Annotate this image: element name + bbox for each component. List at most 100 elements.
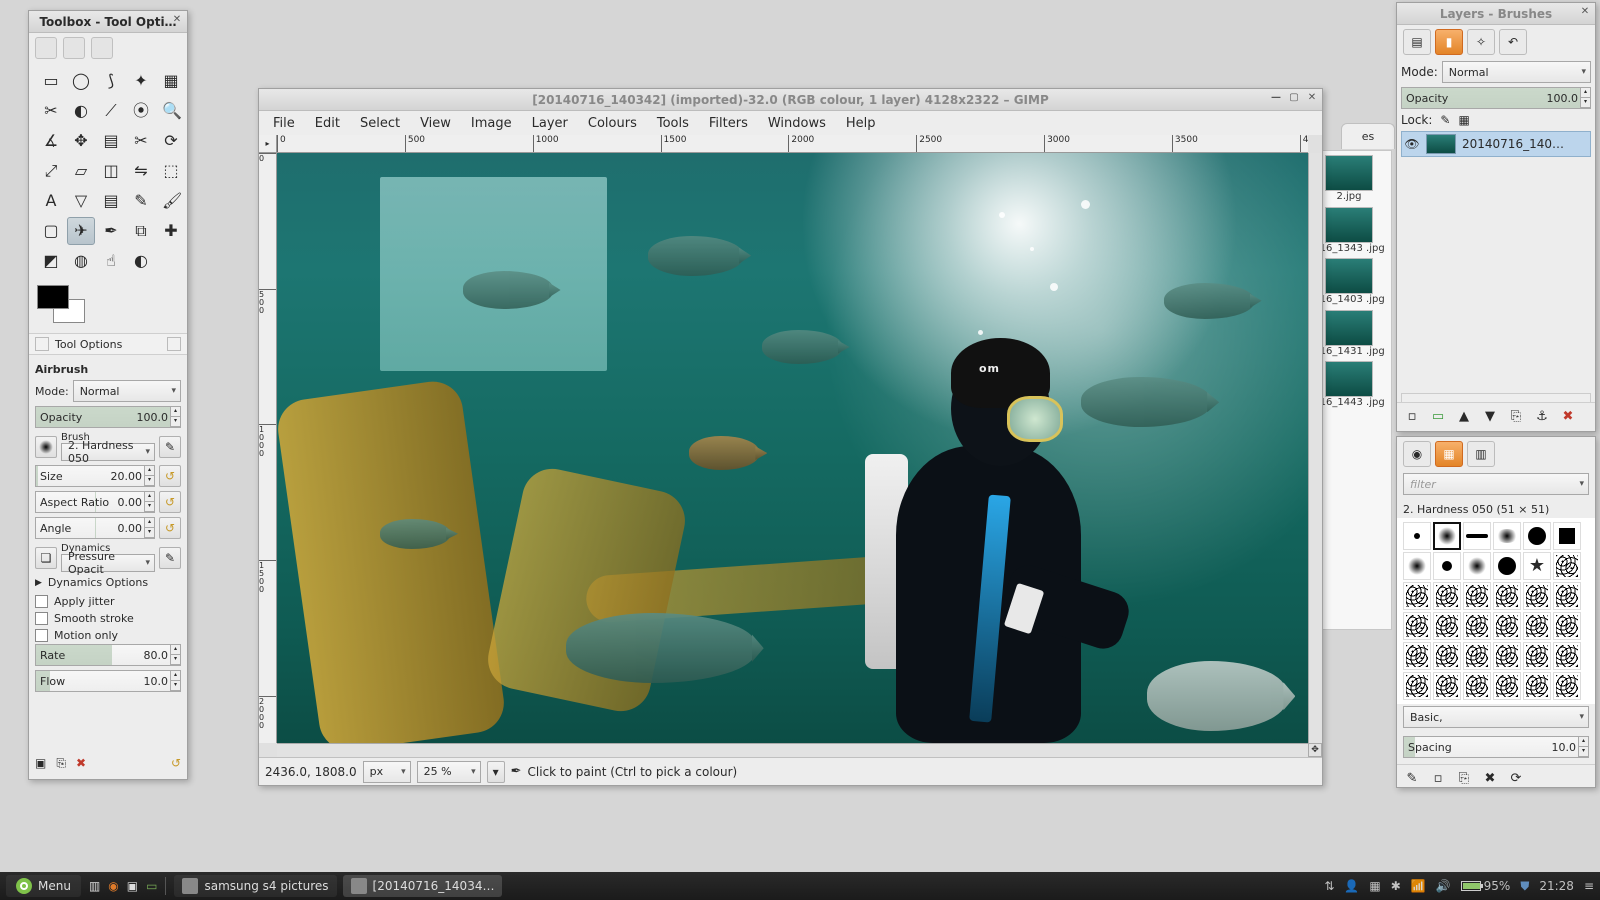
brush-item[interactable] [1493, 642, 1521, 670]
tool-rotate[interactable]: ⟳ [157, 127, 185, 155]
expander-icon[interactable]: ▶ [35, 578, 42, 588]
tray-icon[interactable]: ⇅ [1324, 879, 1334, 893]
tool-cage[interactable]: ⬚ [157, 157, 185, 185]
delete-brush-button[interactable]: ✖ [1481, 769, 1499, 787]
save-preset-button[interactable]: ▣ [35, 756, 46, 771]
tool-scissors[interactable]: ✂ [37, 97, 65, 125]
tool-zoom[interactable]: 🔍 [157, 97, 185, 125]
brush-item[interactable] [1403, 672, 1431, 700]
tool-text[interactable]: A [37, 187, 65, 215]
ruler-horizontal[interactable]: 05001000150020002500300035004000 [277, 135, 1308, 153]
firefox-icon[interactable]: ◉ [108, 879, 118, 893]
layer-opacity-slider[interactable]: Opacity 100.0 ▴▾ [1401, 87, 1591, 109]
minimize-icon[interactable]: — [1270, 92, 1282, 104]
mode-select[interactable]: Normal [73, 380, 181, 402]
brush-item[interactable] [1433, 672, 1461, 700]
brush-item[interactable] [1403, 642, 1431, 670]
brush-item[interactable] [1553, 672, 1581, 700]
brush-item[interactable] [1523, 522, 1551, 550]
ruler-origin[interactable]: ▸ [259, 135, 277, 153]
duplicate-brush-button[interactable]: ⎘ [1455, 769, 1473, 787]
toolbox-titlebar[interactable]: Toolbox - Tool Opti… ✕ [29, 11, 187, 33]
clock[interactable]: 21:28 [1539, 879, 1574, 893]
brush-preview[interactable] [35, 436, 57, 458]
detach-icon[interactable] [167, 337, 181, 351]
navigation-button[interactable]: ✥ [1308, 743, 1322, 757]
lower-layer-button[interactable]: ▼ [1481, 407, 1499, 425]
battery-indicator[interactable]: 95% [1461, 879, 1511, 893]
layer-row[interactable]: 👁 20140716_140… [1401, 131, 1591, 157]
lock-pixels-icon[interactable]: ✎ [1440, 113, 1450, 127]
dynamics-icon[interactable]: ❏ [35, 547, 57, 569]
layers-titlebar[interactable]: Layers - Brushes ✕ [1397, 3, 1595, 25]
volume-icon[interactable]: 🔊 [1436, 879, 1451, 893]
brush-item[interactable] [1493, 522, 1521, 550]
smooth-stroke-checkbox[interactable]: Smooth stroke [35, 610, 181, 627]
tool-color-select[interactable]: ▦ [157, 67, 185, 95]
brush-item[interactable] [1403, 552, 1431, 580]
lock-alpha-icon[interactable]: ▦ [1458, 113, 1469, 127]
aspect-slider[interactable]: Aspect Ratio 0.00 ▴▾ [35, 491, 155, 513]
brush-item[interactable] [1403, 522, 1431, 550]
unit-select[interactable]: px [363, 761, 411, 783]
brush-item[interactable] [1523, 582, 1551, 610]
tool-fuzzy-select[interactable]: ✦ [127, 67, 155, 95]
menu-image[interactable]: Image [461, 113, 522, 134]
dock-menu-icon[interactable] [35, 337, 49, 351]
brush-item[interactable] [1493, 552, 1521, 580]
brush-item[interactable] [1523, 642, 1551, 670]
patterns-tab-icon[interactable]: ▦ [1435, 441, 1463, 467]
delete-layer-button[interactable]: ✖ [1559, 407, 1577, 425]
scrollbar-horizontal[interactable] [277, 743, 1308, 757]
spacing-slider[interactable]: Spacing 10.0 ▴▾ [1403, 736, 1589, 758]
paths-tab-icon[interactable]: ✧ [1467, 29, 1495, 55]
brush-item[interactable] [1493, 672, 1521, 700]
brush-edit-button[interactable]: ✎ [159, 436, 181, 458]
maximize-icon[interactable]: ▢ [1288, 92, 1300, 104]
layer-mode-select[interactable]: Normal [1442, 61, 1591, 83]
updates-icon[interactable]: ▦ [1369, 879, 1380, 893]
apply-jitter-checkbox[interactable]: Apply jitter [35, 593, 181, 610]
ruler-vertical[interactable]: 0500100015002000 [259, 153, 277, 743]
tool-bucket[interactable]: ▽ [67, 187, 95, 215]
close-icon[interactable]: ✕ [171, 14, 183, 26]
tool-paintbrush[interactable]: 🖌 [157, 187, 185, 215]
shield-icon[interactable]: ⛊ [1520, 879, 1529, 894]
tool-free-select[interactable]: ⟆ [97, 67, 125, 95]
brush-select[interactable]: 2. Hardness 050 [61, 443, 155, 461]
start-menu-button[interactable]: Menu [6, 875, 81, 897]
tool-color-picker[interactable]: ⦿ [127, 97, 155, 125]
brush-item[interactable] [1493, 582, 1521, 610]
tool-foreground[interactable]: ◐ [67, 97, 95, 125]
toolbox-tab-2[interactable] [63, 37, 85, 59]
brush-item[interactable] [1433, 522, 1461, 550]
close-icon[interactable]: ✕ [1579, 6, 1591, 18]
tool-measure[interactable]: ∡ [37, 127, 65, 155]
layers-tab-icon[interactable]: ▤ [1403, 29, 1431, 55]
brush-item[interactable] [1463, 552, 1491, 580]
canvas[interactable] [277, 153, 1308, 743]
brush-item[interactable] [1403, 612, 1431, 640]
tool-dodge[interactable]: ◐ [127, 247, 155, 275]
menu-colours[interactable]: Colours [578, 113, 647, 134]
refresh-brushes-button[interactable]: ⟳ [1507, 769, 1525, 787]
scrollbar-vertical[interactable] [1308, 153, 1322, 743]
brush-item[interactable] [1553, 522, 1581, 550]
tool-clone[interactable]: ⧉ [127, 217, 155, 245]
brush-item[interactable] [1463, 582, 1491, 610]
size-reset-button[interactable]: ↺ [159, 465, 181, 487]
menu-filters[interactable]: Filters [699, 113, 758, 134]
tool-align[interactable]: ▤ [97, 127, 125, 155]
restore-preset-button[interactable]: ⎘ [56, 756, 66, 771]
brush-item[interactable] [1433, 552, 1461, 580]
anchor-layer-button[interactable]: ⚓ [1533, 407, 1551, 425]
brush-item[interactable] [1463, 612, 1491, 640]
aspect-reset-button[interactable]: ↺ [159, 491, 181, 513]
taskbar-task[interactable]: samsung s4 pictures [174, 875, 336, 897]
brush-item[interactable] [1433, 582, 1461, 610]
brush-item[interactable] [1553, 612, 1581, 640]
raise-layer-button[interactable]: ▲ [1455, 407, 1473, 425]
brush-item[interactable] [1523, 612, 1551, 640]
menu-view[interactable]: View [410, 113, 461, 134]
tool-move[interactable]: ✥ [67, 127, 95, 155]
